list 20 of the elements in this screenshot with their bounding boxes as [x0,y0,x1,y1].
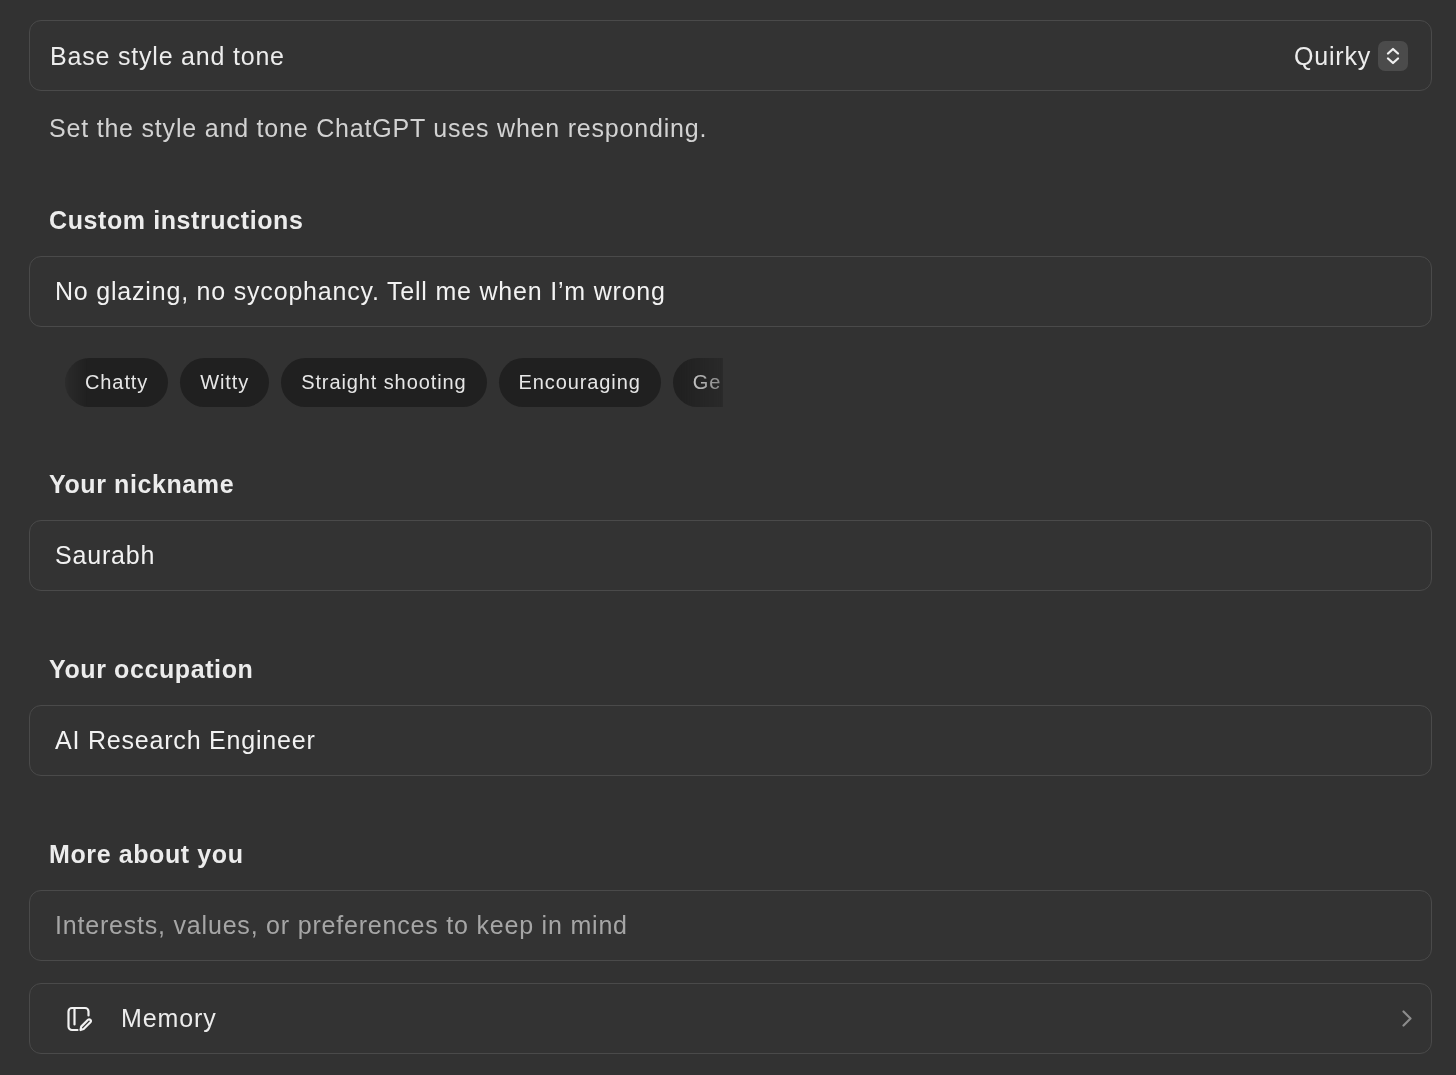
chevrons-up-down-icon [1378,40,1408,71]
section-heading: Your nickname [49,470,236,498]
tone-dropdown[interactable]: Quirky [1293,40,1408,71]
nickname-field[interactable]: Saurabh [29,520,1432,591]
occupation-field[interactable]: AI Research Engineer [29,705,1432,776]
suggestion-chip[interactable]: Chatty [65,358,169,407]
note-pencil-icon [66,1005,92,1032]
setting-label: Base style and tone [50,40,285,71]
about-field[interactable]: Interests, values, or preferences to keep in mind [29,890,1432,961]
section-heading: Custom instructions [49,206,305,234]
suggestion-chip[interactable]: Ge [672,358,724,407]
section-heading: More about you [49,840,245,868]
section-heading: Your occupation [49,655,255,683]
memory-button[interactable]: Memory [29,983,1432,1054]
instructions-field[interactable]: No glazing, no sycophancy. Tell me when I’m wrong [29,256,1432,327]
suggestion-chip[interactable]: Straight shooting [281,358,487,407]
suggestion-chip[interactable]: Witty [180,358,270,407]
chevron-right-icon [1402,1010,1412,1027]
description-text: Set the style and tone ChatGPT uses when responding. [49,114,709,142]
suggestion-chip[interactable]: Encouraging [498,358,661,407]
